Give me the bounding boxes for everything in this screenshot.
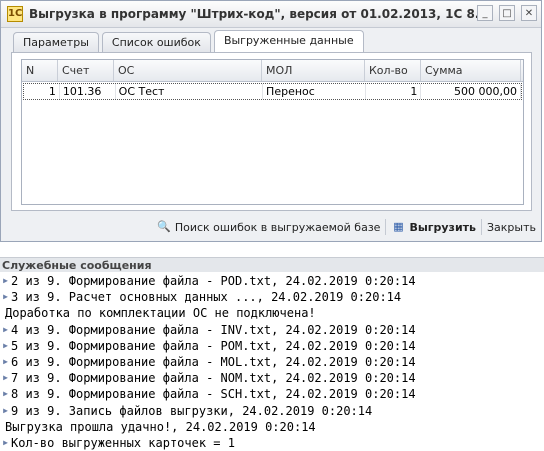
message-text: 6 из 9. Формирование файла - MOL.txt, 24… [11, 355, 416, 370]
tab-error-list[interactable]: Список ошибок [101, 32, 211, 52]
column-header-mol[interactable]: МОЛ [262, 60, 365, 81]
arrow-icon: ▶ [3, 324, 8, 334]
maximize-button[interactable]: □ [499, 5, 515, 21]
arrow-icon: ▶ [3, 405, 8, 415]
arrow-icon: ▶ [3, 340, 8, 350]
arrow-icon: ▶ [3, 437, 8, 447]
message-text: 9 из 9. Запись файлов выгрузки, 24.02.20… [11, 403, 373, 418]
messages-panel-title: Служебные сообщения [0, 257, 544, 272]
export-button[interactable]: ▦ Выгрузить [386, 217, 481, 237]
column-header-account[interactable]: Счет [58, 60, 114, 81]
column-header-asset[interactable]: ОС [114, 60, 262, 81]
tab-parameters[interactable]: Параметры [13, 32, 99, 52]
cell-asset: ОС Тест [116, 84, 264, 99]
list-item[interactable]: ▶ 3 из 9. Расчет основных данных ..., 24.… [0, 289, 544, 305]
export-label: Выгрузить [409, 220, 476, 234]
list-item[interactable]: Доработка по комплектации ОС не подключе… [0, 305, 544, 321]
arrow-icon: ▶ [3, 373, 8, 383]
list-item[interactable]: ▶ 4 из 9. Формирование файла - INV.txt, 2… [0, 322, 544, 338]
export-dialog: 1С Выгрузка в программу "Штрих-код", вер… [0, 0, 542, 242]
tab-bar: Параметры Список ошибок Выгруженные данн… [13, 30, 367, 52]
app-icon: 1С [7, 6, 23, 22]
cell-quantity: 1 [366, 84, 422, 99]
column-header-sum[interactable]: Сумма [421, 60, 521, 81]
list-item[interactable]: Выгрузка прошла удачно!, 24.02.2019 0:20… [0, 419, 544, 435]
list-item[interactable]: ▶ 9 из 9. Запись файлов выгрузки, 24.02.2… [0, 403, 544, 419]
column-header-quantity[interactable]: Кол-во [365, 60, 421, 81]
cell-n: 1 [24, 84, 60, 99]
tab-panel: N Счет ОС МОЛ Кол-во Сумма 1 101.36 ОС Т… [11, 52, 532, 211]
exported-data-table[interactable]: N Счет ОС МОЛ Кол-во Сумма 1 101.36 ОС Т… [21, 59, 524, 205]
message-text: 8 из 9. Формирование файла - SCH.txt, 24… [11, 387, 416, 402]
search-icon: 🔍 [156, 220, 171, 233]
list-item[interactable]: ▶ 6 из 9. Формирование файла - MOL.txt, 2… [0, 354, 544, 370]
arrow-icon: ▶ [3, 357, 8, 367]
message-text: 3 из 9. Расчет основных данных ..., 24.0… [11, 290, 402, 305]
search-errors-label: Поиск ошибок в выгружаемой базе [174, 220, 381, 234]
close-window-button[interactable]: ✕ [521, 5, 537, 21]
message-text: 7 из 9. Формирование файла - NOM.txt, 24… [11, 371, 416, 386]
arrow-icon: ▶ [3, 389, 8, 399]
minimize-button[interactable]: _ [477, 5, 493, 21]
cell-sum: 500 000,00 [421, 84, 521, 99]
message-text: Доработка по комплектации ОС не подключе… [5, 306, 316, 321]
messages-list[interactable]: ▶ 2 из 9. Формирование файла - POD.txt, 2… [0, 273, 544, 451]
message-text: 5 из 9. Формирование файла - POM.txt, 24… [11, 338, 416, 353]
close-label: Закрыть [487, 220, 536, 234]
list-item[interactable]: ▶ 7 из 9. Формирование файла - NOM.txt, 2… [0, 370, 544, 386]
arrow-icon: ▶ [3, 292, 8, 302]
list-item[interactable]: ▶ Кол-во выгруженных карточек = 1 [0, 435, 544, 451]
list-item[interactable]: ▶ 8 из 9. Формирование файла - SCH.txt, 2… [0, 386, 544, 402]
table-row[interactable]: 1 101.36 ОС Тест Перенос 1 500 000,00 [23, 83, 522, 100]
message-text: Выгрузка прошла удачно!, 24.02.2019 0:20… [5, 419, 316, 434]
search-errors-button[interactable]: 🔍 Поиск ошибок в выгружаемой базе [152, 217, 386, 237]
message-text: 4 из 9. Формирование файла - INV.txt, 24… [11, 322, 416, 337]
title-bar[interactable]: 1С Выгрузка в программу "Штрих-код", вер… [1, 1, 541, 28]
list-item[interactable]: ▶ 5 из 9. Формирование файла - POM.txt, 2… [0, 338, 544, 354]
window-title: Выгрузка в программу "Штрих-код", версия… [29, 7, 493, 21]
message-text: Кол-во выгруженных карточек = 1 [11, 435, 235, 450]
tab-exported-data[interactable]: Выгруженные данные [213, 30, 364, 52]
list-item[interactable]: ▶ 2 из 9. Формирование файла - POD.txt, 2… [0, 273, 544, 289]
command-bar: 🔍 Поиск ошибок в выгружаемой базе ▦ Выгр… [1, 215, 541, 239]
cell-mol: Перенос [263, 84, 366, 99]
close-button[interactable]: Закрыть [482, 217, 541, 237]
cell-account: 101.36 [60, 84, 116, 99]
table-header: N Счет ОС МОЛ Кол-во Сумма [22, 60, 523, 82]
column-header-n[interactable]: N [22, 60, 58, 81]
message-text: 2 из 9. Формирование файла - POD.txt, 24… [11, 274, 416, 289]
export-icon: ▦ [393, 220, 404, 233]
arrow-icon: ▶ [3, 276, 8, 286]
